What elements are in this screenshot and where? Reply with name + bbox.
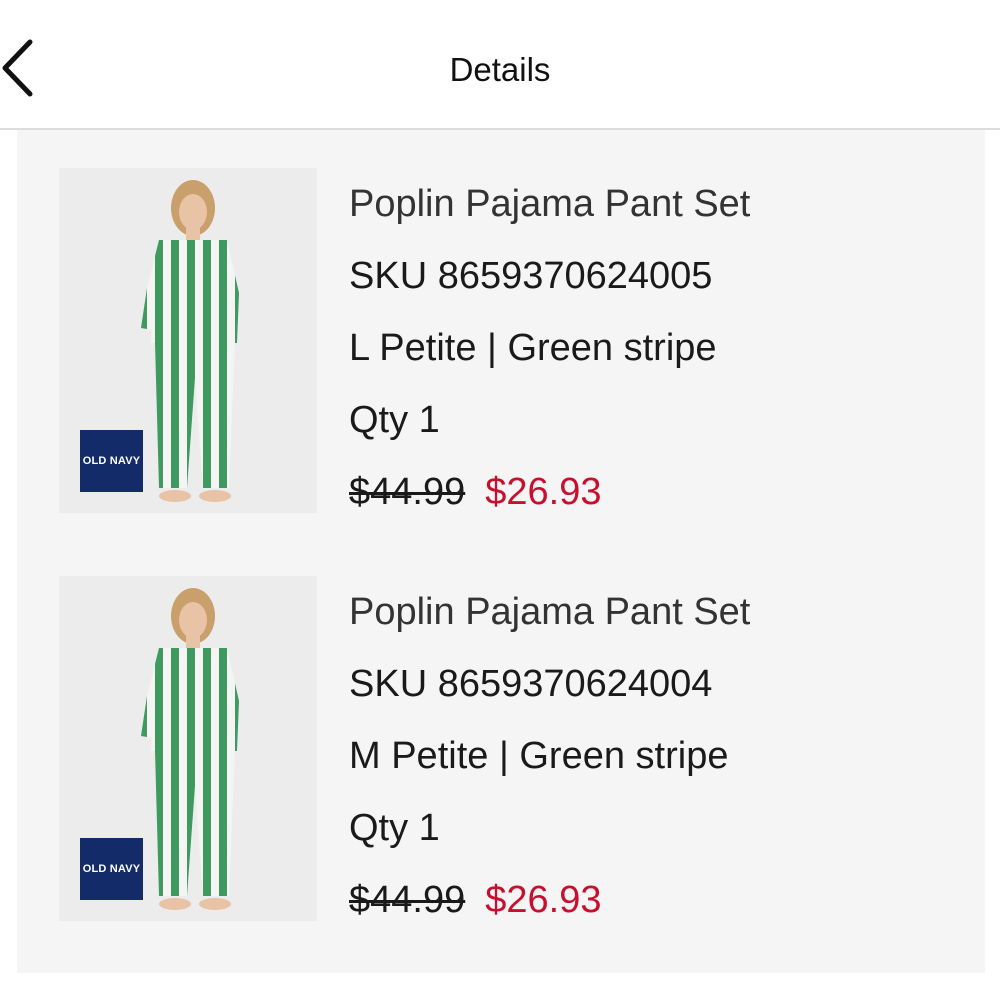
item-details: Poplin Pajama Pant Set SKU 8659370624004… xyxy=(349,576,969,936)
product-sku: SKU 8659370624004 xyxy=(349,663,713,705)
product-variant: L Petite | Green stripe xyxy=(349,327,717,369)
page-title: Details xyxy=(449,51,551,88)
product-sku: SKU 8659370624005 xyxy=(349,255,713,297)
product-image[interactable]: OLD NAVY xyxy=(59,168,317,513)
item-details: Poplin Pajama Pant Set SKU 8659370624005… xyxy=(349,168,969,528)
original-price: $44.99 xyxy=(349,471,466,513)
product-variant: M Petite | Green stripe xyxy=(349,735,729,777)
product-image[interactable]: OLD NAVY xyxy=(59,576,317,921)
product-name: Poplin Pajama Pant Set xyxy=(349,591,751,633)
old-navy-logo: OLD NAVY xyxy=(80,838,143,900)
order-items-panel: OLD NAVY Poplin Pajama Pant Set SKU 8659… xyxy=(17,130,985,973)
sale-price: $26.93 xyxy=(485,879,602,921)
product-quantity: Qty 1 xyxy=(349,399,440,441)
original-price: $44.99 xyxy=(349,879,466,921)
product-name: Poplin Pajama Pant Set xyxy=(349,183,751,225)
product-quantity: Qty 1 xyxy=(349,807,440,849)
list-item[interactable]: OLD NAVY Poplin Pajama Pant Set SKU 8659… xyxy=(17,538,985,921)
price-row: $44.99 $26.93 xyxy=(349,456,969,528)
price-row: $44.99 $26.93 xyxy=(349,864,969,936)
sale-price: $26.93 xyxy=(485,471,602,513)
top-bar: Details xyxy=(0,0,1000,130)
old-navy-logo: OLD NAVY xyxy=(80,430,143,492)
list-item[interactable]: OLD NAVY Poplin Pajama Pant Set SKU 8659… xyxy=(17,130,985,513)
